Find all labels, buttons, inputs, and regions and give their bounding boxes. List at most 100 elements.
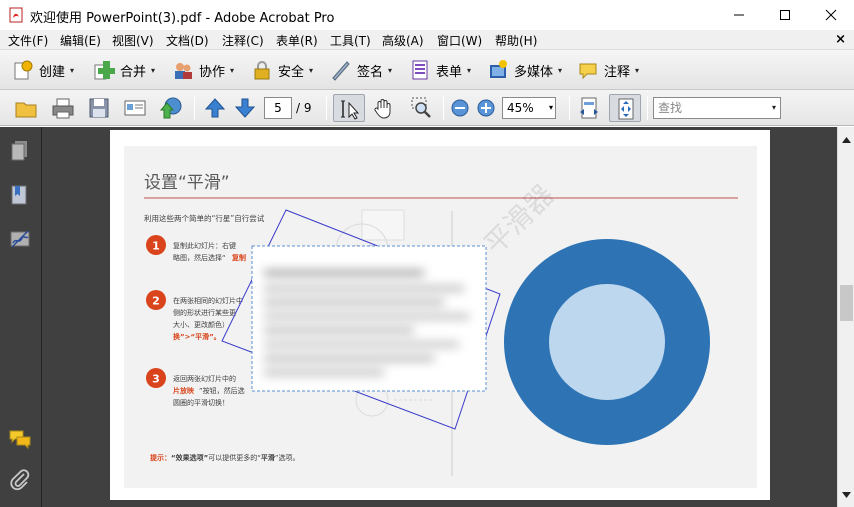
scroll-thumb[interactable] — [840, 285, 853, 321]
create-button[interactable]: 创建 ▾ — [12, 56, 74, 84]
minimize-button[interactable] — [716, 0, 762, 30]
slide-intro: 利用这些两个简单的“行星”自行尝试 — [144, 213, 265, 223]
forms-icon — [412, 60, 428, 80]
tip-morph: 平滑 — [261, 453, 275, 462]
attachments-panel-icon[interactable] — [8, 467, 32, 491]
step-highlight: 换”>“平滑”。 — [173, 332, 221, 341]
chevron-down-icon: ▾ — [548, 103, 553, 112]
print-icon[interactable] — [51, 96, 75, 120]
chevron-down-icon[interactable]: ▾ — [772, 98, 776, 118]
menu-advanced[interactable]: 高级(A) — [382, 32, 424, 49]
menu-window[interactable]: 窗口(W) — [437, 32, 482, 49]
chevron-down-icon: ▾ — [635, 65, 640, 75]
tip-effect-options: “效果选项” — [171, 453, 208, 462]
document-view[interactable]: 设置“平滑” 利用这些两个简单的“行星”自行尝试 1 复制此幻灯片：右键 略图，… — [42, 127, 837, 507]
step-text: 侧的形状进行某些更 — [173, 308, 236, 317]
collaborate-button[interactable]: 协作 ▾ — [172, 56, 234, 84]
zoom-level-select[interactable]: 45% ▾ — [502, 97, 556, 119]
step-text: 大小、更改颜色） — [173, 320, 229, 329]
step-text: ”按钮，然后选 — [199, 386, 245, 395]
find-input[interactable]: 查找 ▾ — [653, 97, 781, 119]
pdf-page: 设置“平滑” 利用这些两个简单的“行星”自行尝试 1 复制此幻灯片：右键 略图，… — [110, 130, 770, 500]
open-folder-icon[interactable] — [14, 96, 38, 120]
toolbar-separator — [194, 96, 195, 120]
multimedia-button[interactable]: 多媒体 ▾ — [487, 56, 562, 84]
step-number: 1 — [152, 240, 160, 253]
email-icon[interactable] — [123, 96, 147, 120]
menu-bar: 文件(F) 编辑(E) 视图(V) 文档(D) 注释(C) 表单(R) 工具(T… — [0, 30, 854, 50]
menu-file[interactable]: 文件(F) — [8, 32, 48, 49]
step-number: 2 — [152, 295, 160, 308]
web-upload-icon[interactable] — [159, 96, 183, 120]
zoom-out-icon[interactable] — [450, 98, 470, 118]
title-bar: 欢迎使用 PowerPoint(3).pdf - Adobe Acrobat P… — [0, 0, 854, 30]
bookmarks-panel-icon[interactable] — [8, 183, 32, 207]
maximize-button[interactable] — [762, 0, 808, 30]
menu-tools[interactable]: 工具(T) — [330, 32, 371, 49]
create-label: 创建 — [39, 64, 66, 80]
vertical-scrollbar[interactable] — [837, 127, 854, 507]
hand-tool-icon[interactable] — [372, 96, 396, 120]
step-text: 在两张相同的幻灯片中 — [173, 296, 243, 305]
tip-end: ”选项。 — [275, 453, 300, 462]
menu-view[interactable]: 视图(V) — [112, 32, 154, 49]
toolbar-separator — [443, 96, 444, 120]
navigation-toolbar: 5 / 9 45% ▾ 查找 ▾ — [0, 90, 854, 126]
multimedia-label: 多媒体 — [514, 64, 554, 80]
chevron-down-icon: ▾ — [388, 65, 393, 75]
step-text: 返回两张幻灯片中的 — [173, 374, 236, 383]
select-tool-button[interactable] — [333, 94, 365, 122]
menu-edit[interactable]: 编辑(E) — [60, 32, 101, 49]
chevron-down-icon: ▾ — [467, 65, 472, 75]
slide: 设置“平滑” 利用这些两个简单的“行星”自行尝试 1 复制此幻灯片：右键 略图，… — [124, 146, 757, 488]
pen-icon — [332, 61, 350, 81]
fit-page-icon — [618, 98, 634, 120]
sign-label: 签名 — [357, 64, 384, 80]
pages-panel-icon[interactable] — [8, 139, 32, 163]
scroll-down-icon[interactable] — [842, 492, 851, 498]
save-icon[interactable] — [87, 96, 111, 120]
toolbar-separator — [647, 96, 648, 120]
chevron-down-icon: ▾ — [309, 65, 314, 75]
step-highlight: 复制 — [231, 253, 246, 262]
collaborate-label: 协作 — [199, 64, 226, 80]
menu-help[interactable]: 帮助(H) — [495, 32, 537, 49]
comment-button[interactable]: 注释 ▾ — [577, 56, 639, 84]
forms-button[interactable]: 表单 ▾ — [409, 56, 471, 84]
inner-circle — [549, 284, 665, 400]
sign-button[interactable]: 签名 ▾ — [330, 56, 392, 84]
fit-width-icon[interactable] — [577, 96, 601, 120]
close-icon — [825, 9, 837, 21]
step-text: 略图，然后选择“ — [173, 253, 226, 262]
comments-panel-icon[interactable] — [8, 427, 32, 451]
toolbar-separator — [569, 96, 570, 120]
marquee-zoom-icon[interactable] — [410, 96, 434, 120]
menu-document[interactable]: 文档(D) — [166, 32, 209, 49]
step-text: 复制此幻灯片：右键 — [173, 241, 236, 250]
close-document-button[interactable]: × — [835, 32, 846, 47]
menu-forms[interactable]: 表单(R) — [276, 32, 318, 49]
toolbar-separator — [326, 96, 327, 120]
fit-page-button[interactable] — [609, 94, 641, 122]
step-highlight: 片放映 — [173, 386, 195, 395]
blurred-region — [251, 245, 487, 392]
page-number-input[interactable]: 5 — [264, 97, 292, 119]
chevron-down-icon: ▾ — [558, 65, 563, 75]
previous-page-icon[interactable] — [203, 96, 227, 120]
menu-comments[interactable]: 注释(C) — [222, 32, 264, 49]
tip-text: 可以提供更多的“ — [208, 453, 261, 462]
close-window-button[interactable] — [808, 0, 854, 30]
scroll-up-icon[interactable] — [842, 137, 851, 143]
next-page-icon[interactable] — [233, 96, 257, 120]
navigation-panel — [0, 127, 42, 507]
signatures-panel-icon[interactable] — [8, 227, 32, 251]
combine-button[interactable]: 合并 ▾ — [93, 56, 155, 84]
security-button[interactable]: 安全 ▾ — [251, 56, 313, 84]
chevron-down-icon: ▾ — [230, 65, 235, 75]
forms-label: 表单 — [436, 64, 463, 80]
collaborate-icon — [175, 63, 192, 79]
slide-tip: 提示：“效果选项”可以提供更多的“平滑”选项。 — [149, 453, 299, 462]
zoom-in-icon[interactable] — [476, 98, 496, 118]
create-icon — [14, 60, 33, 80]
pdf-file-icon — [9, 7, 23, 23]
